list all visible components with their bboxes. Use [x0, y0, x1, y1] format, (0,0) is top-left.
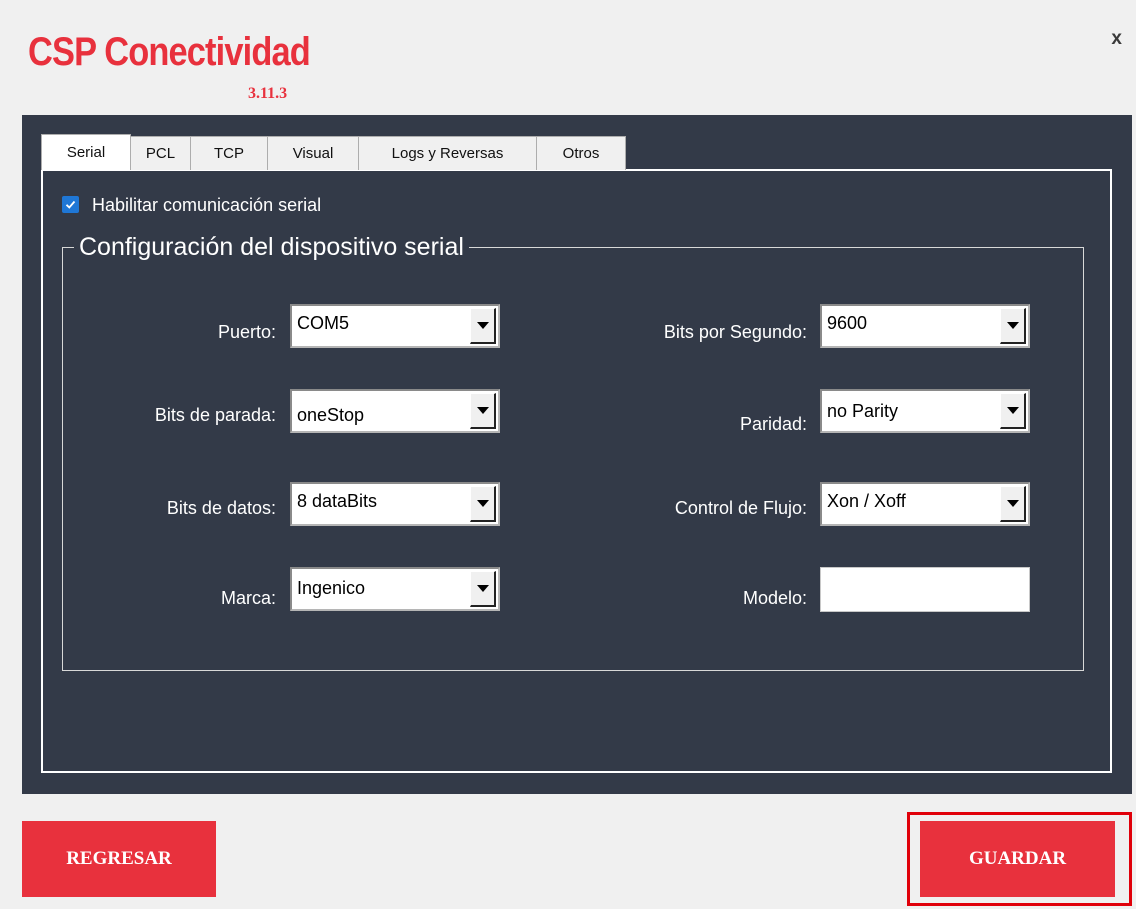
dropdown-arrow-button[interactable] [470, 571, 496, 607]
bits-por-segundo-label: Bits por Segundo: [663, 322, 807, 342]
bits-por-segundo-select[interactable]: 9600 [820, 304, 1030, 348]
paridad-value: no Parity [827, 401, 899, 421]
tab-visual[interactable]: Visual [267, 136, 359, 170]
enable-serial-checkbox[interactable] [62, 196, 79, 213]
puerto-value: COM5 [297, 313, 350, 333]
bits-de-datos-select[interactable]: 8 dataBits [290, 482, 500, 526]
app-title: CSP Conectividad [28, 30, 311, 74]
chevron-down-icon [477, 585, 489, 592]
dropdown-arrow-button[interactable] [1000, 308, 1026, 344]
dropdown-arrow-button[interactable] [1000, 393, 1026, 429]
paridad-select[interactable]: no Parity [820, 389, 1030, 433]
bits-de-parada-label: Bits de parada: [154, 405, 276, 425]
dropdown-arrow-button[interactable] [1000, 486, 1026, 522]
control-de-flujo-select[interactable]: Xon / Xoff [820, 482, 1030, 526]
check-icon [65, 200, 76, 209]
chevron-down-icon [1007, 407, 1019, 414]
marca-select[interactable]: Ingenico [290, 567, 500, 611]
enable-serial-label[interactable]: Habilitar comunicación serial [92, 195, 321, 216]
bits-por-segundo-value: 9600 [827, 313, 868, 333]
tab-pcl[interactable]: PCL [130, 136, 191, 170]
marca-label: Marca: [220, 588, 276, 608]
bits-de-datos-value: 8 dataBits [297, 491, 378, 511]
chevron-down-icon [1007, 500, 1019, 507]
app-version: 3.11.3 [248, 85, 288, 102]
bits-de-parada-value: oneStop [297, 405, 365, 425]
dropdown-arrow-button[interactable] [470, 486, 496, 522]
serial-config-group-title: Configuración del dispositivo serial [74, 233, 469, 262]
tab-serial[interactable]: Serial [41, 134, 131, 170]
puerto-select[interactable]: COM5 [290, 304, 500, 348]
marca-value: Ingenico [297, 578, 366, 598]
dropdown-arrow-button[interactable] [470, 308, 496, 344]
close-button[interactable]: x [1111, 28, 1122, 50]
chevron-down-icon [1007, 322, 1019, 329]
paridad-label: Paridad: [739, 414, 807, 434]
chevron-down-icon [477, 407, 489, 414]
tab-logs-y-reversas[interactable]: Logs y Reversas [358, 136, 537, 170]
regresar-button[interactable]: REGRESAR [22, 821, 216, 897]
chevron-down-icon [477, 322, 489, 329]
tab-bar: Serial PCL TCP Visual Logs y Reversas Ot… [41, 134, 626, 170]
tab-tcp[interactable]: TCP [190, 136, 268, 170]
bits-de-datos-label: Bits de datos: [166, 498, 276, 518]
bits-de-parada-select[interactable]: oneStop [290, 389, 500, 433]
chevron-down-icon [477, 500, 489, 507]
tab-otros[interactable]: Otros [536, 136, 626, 170]
modelo-input[interactable] [820, 567, 1030, 612]
control-de-flujo-label: Control de Flujo: [674, 498, 807, 518]
modelo-label: Modelo: [742, 588, 807, 608]
control-de-flujo-value: Xon / Xoff [827, 491, 906, 511]
puerto-label: Puerto: [217, 322, 276, 342]
dropdown-arrow-button[interactable] [470, 393, 496, 429]
guardar-button[interactable]: GUARDAR [920, 821, 1115, 897]
